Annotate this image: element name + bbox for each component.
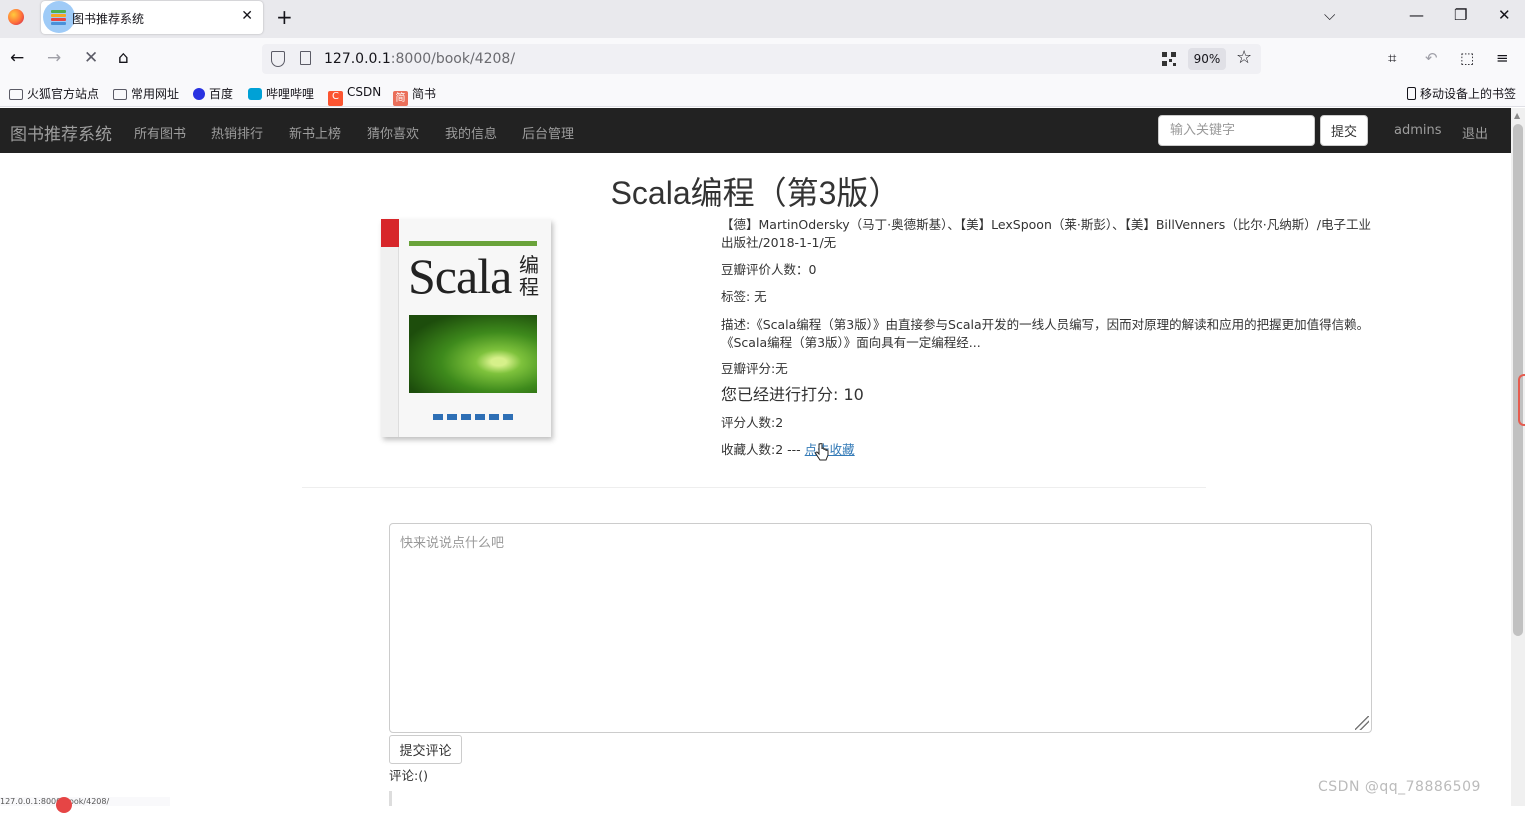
browser-toolbar: ← → ✕ ⌂ 127.0.0.1:8000/book/4208/ 90% ☆ … [0, 38, 1525, 80]
description-line: 《Scala编程（第3版）》面向具有一定编程经... [721, 335, 981, 350]
nav-my-info[interactable]: 我的信息 [445, 123, 497, 142]
comment-count: 评论:() [389, 768, 428, 783]
collect-row: 收藏人数:2 --- 点击收藏 [721, 441, 855, 459]
nav-username[interactable]: admins [1394, 123, 1442, 138]
csdn-watermark: CSDN @qq_78886509 [1318, 779, 1481, 795]
tracking-shield-icon[interactable] [271, 51, 285, 67]
page-viewport: 图书推荐系统 所有图书 热销排行 新书上榜 猜你喜欢 我的信息 后台管理 提交 … [0, 108, 1511, 806]
bilibili-icon [248, 88, 262, 100]
book-authors: 【德】MartinOdersky（马丁·奥德斯基）、【美】LexSpoon（莱·… [721, 216, 1371, 252]
mobile-bookmarks[interactable]: 移动设备上的书签 [1406, 85, 1516, 102]
bookmark-item[interactable]: 常用网址 [113, 85, 179, 102]
close-window-icon[interactable]: ✕ [1498, 6, 1511, 24]
address-bar[interactable]: 127.0.0.1:8000/book/4208/ 90% ☆ [262, 44, 1261, 74]
folder-icon [113, 89, 127, 100]
section-divider [302, 487, 1206, 488]
nav-recommend[interactable]: 猜你喜欢 [367, 123, 419, 142]
bookmark-item[interactable]: C CSDN [328, 85, 381, 106]
browser-tab[interactable]: 图书推荐系统 ✕ [41, 1, 263, 34]
zoom-level[interactable]: 90% [1188, 48, 1226, 70]
book-cover: Scala 编程 [381, 219, 551, 437]
mobile-device-icon [1406, 87, 1416, 100]
cover-title-cn: 编程 [519, 253, 539, 299]
stop-loading-icon[interactable]: ✕ [84, 48, 98, 68]
tab-title: 图书推荐系统 [72, 12, 145, 26]
book-tags: 标签: 无 [721, 289, 767, 304]
firefox-icon[interactable] [8, 9, 24, 25]
folder-icon [9, 89, 23, 100]
rater-count: 评分人数:2 [721, 415, 784, 430]
hand-cursor-icon [815, 443, 829, 461]
browser-tab-bar: 图书推荐系统 ✕ + ⌵ — ❐ ✕ [0, 0, 1525, 38]
cover-spine [381, 219, 399, 437]
books-favicon-icon [51, 10, 66, 25]
nav-all-books[interactable]: 所有图书 [134, 123, 186, 142]
bookmark-item[interactable]: 火狐官方站点 [9, 85, 99, 102]
menu-icon[interactable]: ≡ [1496, 49, 1509, 67]
close-tab-icon[interactable]: ✕ [241, 8, 253, 24]
minimize-icon[interactable]: — [1409, 6, 1424, 24]
undo-icon[interactable]: ↶ [1425, 49, 1438, 67]
nav-logout[interactable]: 退出 [1462, 123, 1488, 142]
extensions-icon[interactable]: ⬚ [1460, 49, 1474, 67]
jianshu-icon: 简 [393, 91, 408, 106]
side-panel-tab[interactable] [1518, 374, 1525, 426]
bookmark-item[interactable]: 简简书 [393, 85, 436, 106]
bookmark-item[interactable]: 哔哩哔哩 [248, 85, 314, 102]
nav-hot-ranking[interactable]: 热销排行 [211, 123, 263, 142]
cover-publisher-logos [433, 414, 513, 420]
bookmarks-toolbar: 火狐官方站点 常用网址 百度 哔哩哔哩 C CSDN 简简书 移动设备上的书签 [0, 80, 1525, 107]
screenshot-crop-icon[interactable]: ⌗ [1388, 49, 1396, 67]
book-description: 描述:《Scala编程（第3版）》由直接参与Scala开发的一线人员编写，因而对… [721, 316, 1369, 352]
douban-score: 豆瓣评分:无 [721, 361, 788, 376]
description-line: 描述:《Scala编程（第3版）》由直接参与Scala开发的一线人员编写，因而对… [721, 317, 1370, 332]
publisher-line: 出版社/2018-1-1/无 [721, 235, 837, 250]
authors-line: 【德】MartinOdersky（马丁·奥德斯基）、【美】LexSpoon（莱·… [721, 217, 1371, 232]
textarea-resize-grip-icon[interactable] [1355, 716, 1369, 730]
search-submit-button[interactable]: 提交 [1320, 115, 1368, 146]
cover-green-bar [409, 241, 537, 246]
site-navbar: 图书推荐系统 所有图书 热销排行 新书上榜 猜你喜欢 我的信息 后台管理 提交 … [0, 108, 1511, 153]
cover-leaf-image [409, 315, 537, 393]
status-bar-url: 127.0.0.1:8000/book/4208/ [0, 797, 170, 806]
qr-code-icon[interactable] [1162, 52, 1176, 66]
your-rating: 您已经进行打分: 10 [721, 385, 864, 404]
bookmark-star-icon[interactable]: ☆ [1236, 47, 1252, 68]
douban-raters: 豆瓣评价人数：0 [721, 262, 817, 277]
comment-textarea[interactable] [389, 523, 1372, 733]
recording-indicator-icon [56, 797, 72, 813]
tab-list-chevron-icon[interactable]: ⌵ [1324, 6, 1335, 24]
nav-admin[interactable]: 后台管理 [522, 123, 574, 142]
bookmark-item[interactable]: 百度 [193, 85, 233, 102]
page-scrollbar[interactable]: ▲ [1511, 108, 1525, 806]
baidu-icon [193, 88, 205, 100]
cover-red-label [381, 219, 399, 247]
page-info-icon[interactable] [300, 51, 311, 65]
site-brand[interactable]: 图书推荐系统 [10, 120, 112, 145]
url-text[interactable]: 127.0.0.1:8000/book/4208/ [324, 51, 515, 67]
comment-list-edge [389, 791, 392, 806]
new-tab-icon[interactable]: + [276, 5, 293, 29]
cover-title-en: Scala [408, 248, 512, 304]
back-icon[interactable]: ← [10, 48, 24, 68]
book-title: Scala编程（第3版） [610, 175, 901, 211]
csdn-icon: C [328, 91, 343, 106]
restore-icon[interactable]: ❐ [1454, 6, 1467, 24]
scroll-up-arrow-icon[interactable]: ▲ [1514, 111, 1520, 120]
submit-comment-button[interactable]: 提交评论 [389, 735, 462, 764]
collect-count: 收藏人数:2 --- [721, 442, 805, 457]
nav-new-books[interactable]: 新书上榜 [289, 123, 341, 142]
search-input[interactable] [1158, 115, 1315, 146]
collect-link[interactable]: 点击收藏 [805, 442, 855, 457]
forward-icon[interactable]: → [47, 48, 61, 68]
home-icon[interactable]: ⌂ [118, 48, 129, 68]
